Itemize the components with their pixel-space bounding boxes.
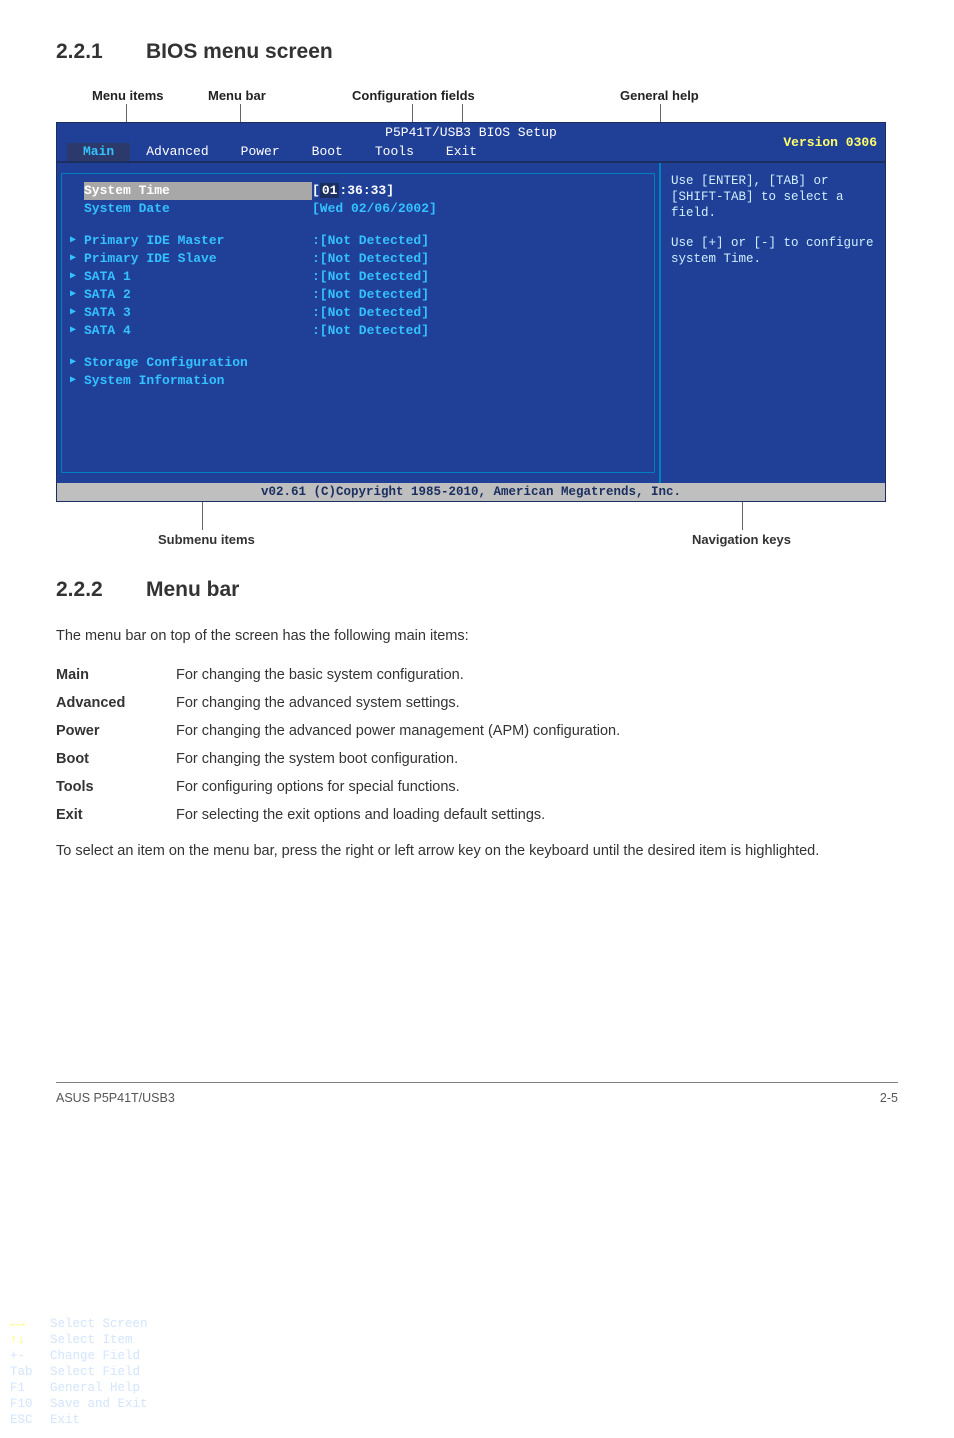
annot-config-fields: Configuration fields: [352, 88, 475, 103]
hint-key-f10: F10: [10, 1396, 50, 1412]
bios-screenshot: P5P41T/USB3 BIOS Setup Version 0306 Main…: [56, 122, 886, 502]
footer-left: ASUS P5P41T/USB3: [56, 1091, 175, 1105]
table-row: ExitFor selecting the exit options and l…: [56, 801, 620, 829]
annot-menu-items: Menu items: [92, 88, 164, 103]
bios-help-pane: Use [ENTER], [TAB] or [SHIFT-TAB] to sel…: [659, 163, 885, 483]
row-sata-2[interactable]: ▶ SATA 2 :[Not Detected]: [70, 286, 646, 304]
bios-header: P5P41T/USB3 BIOS Setup Version 0306 Main…: [57, 123, 885, 161]
submenu-arrow-icon: ▶: [70, 372, 84, 390]
page-footer: ASUS P5P41T/USB3 2-5: [56, 1082, 898, 1135]
tab-advanced[interactable]: Advanced: [130, 143, 224, 161]
closing-para: To select an item on the menu bar, press…: [56, 841, 898, 862]
row-primary-ide-slave[interactable]: ▶ Primary IDE Slave :[Not Detected]: [70, 250, 646, 268]
hint-key-arrows-lr: ←→: [10, 1316, 50, 1332]
bios-title: P5P41T/USB3 BIOS Setup: [57, 125, 885, 141]
menu-descriptions-table: MainFor changing the basic system config…: [56, 661, 620, 829]
bottom-annotations: Submenu items Navigation keys: [56, 502, 898, 558]
submenu-arrow-icon: ▶: [70, 304, 84, 322]
table-row: MainFor changing the basic system config…: [56, 661, 620, 689]
row-system-date[interactable]: System Date [Wed 02/06/2002]: [70, 200, 646, 218]
row-system-info[interactable]: ▶ System Information: [70, 372, 646, 390]
annot-menu-bar: Menu bar: [208, 88, 266, 103]
submenu-arrow-icon: ▶: [70, 286, 84, 304]
footer-right: 2-5: [880, 1091, 898, 1105]
bios-menubar[interactable]: Main Advanced Power Boot Tools Exit: [57, 143, 885, 161]
hint-key-esc: ESC: [10, 1412, 50, 1428]
submenu-arrow-icon: ▶: [70, 322, 84, 340]
row-primary-ide-master[interactable]: ▶ Primary IDE Master :[Not Detected]: [70, 232, 646, 250]
section-title: BIOS menu screen: [146, 40, 333, 63]
section-heading-bios-menu: 2.2.1BIOS menu screen: [56, 40, 898, 64]
nav-hints: ←→Select Screen ↑↓Select Item +-Change F…: [10, 1316, 944, 1428]
tab-tools[interactable]: Tools: [359, 143, 430, 161]
annot-nav-keys: Navigation keys: [692, 532, 791, 547]
intro-para: The menu bar on top of the screen has th…: [56, 626, 898, 647]
submenu-arrow-icon: ▶: [70, 354, 84, 372]
label-system-time: System Time: [84, 182, 312, 200]
submenu-arrow-icon: ▶: [70, 250, 84, 268]
table-row: BootFor changing the system boot configu…: [56, 745, 620, 773]
help-text-1: Use [ENTER], [TAB] or [SHIFT-TAB] to sel…: [671, 173, 875, 221]
hint-key-tab: Tab: [10, 1364, 50, 1380]
section-heading-menu-bar: 2.2.2Menu bar: [56, 578, 898, 602]
hint-key-f1: F1: [10, 1380, 50, 1396]
top-annotations: Menu items Menu bar Configuration fields…: [56, 88, 898, 122]
section-num: 2.2.1: [56, 40, 146, 64]
tab-power[interactable]: Power: [225, 143, 296, 161]
bios-footer: v02.61 (C)Copyright 1985-2010, American …: [57, 483, 885, 501]
hint-key-arrows-ud: ↑↓: [10, 1332, 50, 1348]
value-system-time[interactable]: [01:36:33]: [312, 182, 394, 200]
table-row: AdvancedFor changing the advanced system…: [56, 689, 620, 717]
row-sata-1[interactable]: ▶ SATA 1 :[Not Detected]: [70, 268, 646, 286]
hint-key-plusminus: +-: [10, 1348, 50, 1364]
annot-general-help: General help: [620, 88, 699, 103]
table-row: ToolsFor configuring options for special…: [56, 773, 620, 801]
section-num: 2.2.2: [56, 578, 146, 602]
tab-main[interactable]: Main: [67, 143, 130, 161]
tab-exit[interactable]: Exit: [430, 143, 493, 161]
submenu-arrow-icon: ▶: [70, 268, 84, 286]
tab-boot[interactable]: Boot: [296, 143, 359, 161]
row-sata-3[interactable]: ▶ SATA 3 :[Not Detected]: [70, 304, 646, 322]
annot-submenu-items: Submenu items: [158, 532, 255, 547]
submenu-arrow-icon: ▶: [70, 232, 84, 250]
value-system-date: [Wed 02/06/2002]: [312, 200, 437, 218]
table-row: PowerFor changing the advanced power man…: [56, 717, 620, 745]
row-system-time[interactable]: System Time [01:36:33]: [70, 182, 646, 200]
bios-main-pane: System Time [01:36:33] System Date [Wed …: [61, 173, 655, 473]
row-storage-config[interactable]: ▶ Storage Configuration: [70, 354, 646, 372]
row-sata-4[interactable]: ▶ SATA 4 :[Not Detected]: [70, 322, 646, 340]
label-system-date: System Date: [84, 200, 312, 218]
section-title: Menu bar: [146, 578, 239, 601]
help-text-2: Use [+] or [-] to configure system Time.: [671, 235, 875, 267]
